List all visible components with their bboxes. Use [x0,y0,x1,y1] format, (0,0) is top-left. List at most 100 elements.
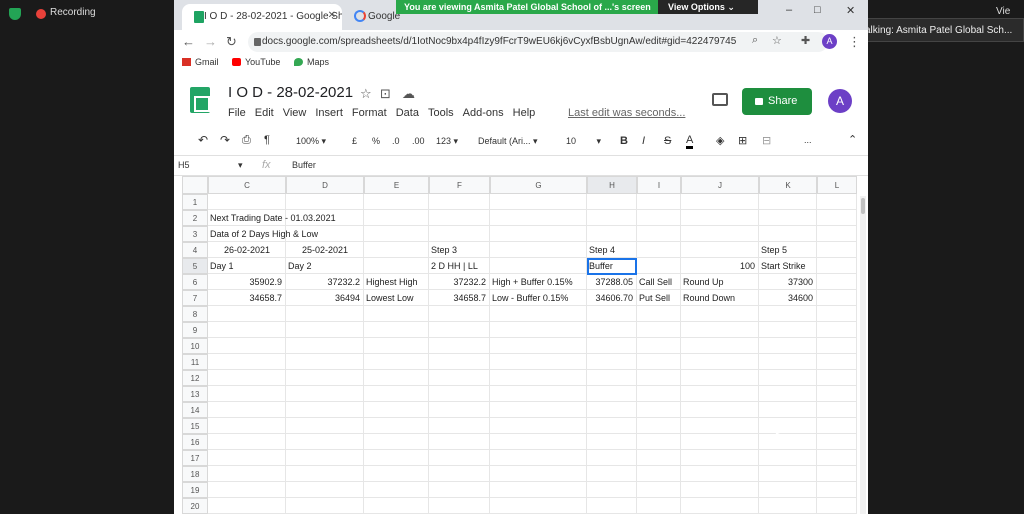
cell-k10[interactable] [759,338,817,354]
increase-decimal-button[interactable]: .00 [412,136,425,146]
row-header-7[interactable]: 7 [182,290,208,306]
cell-f13[interactable] [429,386,490,402]
cell-c13[interactable] [208,386,286,402]
cell-k2[interactable] [759,210,817,226]
cell-h20[interactable] [587,498,637,514]
column-header-i[interactable]: I [637,176,681,194]
bookmark-maps[interactable]: Maps [294,57,329,67]
cell-h13[interactable] [587,386,637,402]
cell-i8[interactable] [637,306,681,322]
cell-k14[interactable] [759,402,817,418]
scrollbar-thumb[interactable] [861,198,865,214]
cell-e9[interactable] [364,322,429,338]
cell-d18[interactable] [286,466,364,482]
cell-i3[interactable] [637,226,681,242]
row-header-19[interactable]: 19 [182,482,208,498]
cell-d14[interactable] [286,402,364,418]
cell-j17[interactable] [681,450,759,466]
cell-j14[interactable] [681,402,759,418]
cell-g17[interactable] [490,450,587,466]
cell-j18[interactable] [681,466,759,482]
column-header-j[interactable]: J [681,176,759,194]
column-header-k[interactable]: K [759,176,817,194]
zoom-select[interactable]: 100% ▾ [296,136,326,147]
paint-format-icon[interactable]: ¶ [264,134,270,146]
menu-file[interactable]: File [228,107,246,119]
cell-f14[interactable] [429,402,490,418]
menu-data[interactable]: Data [396,107,419,119]
row-header-20[interactable]: 20 [182,498,208,514]
share-button[interactable]: Share [742,88,812,115]
cell-c17[interactable] [208,450,286,466]
cell-l4[interactable] [817,242,857,258]
menu-format[interactable]: Format [352,107,387,119]
cell-f3[interactable] [429,226,490,242]
cell-i13[interactable] [637,386,681,402]
cell-j10[interactable] [681,338,759,354]
column-header-e[interactable]: E [364,176,429,194]
cell-i1[interactable] [637,194,681,210]
cell-i20[interactable] [637,498,681,514]
cell-l12[interactable] [817,370,857,386]
cell-j9[interactable] [681,322,759,338]
cell-c19[interactable] [208,482,286,498]
cell-g13[interactable] [490,386,587,402]
cell-k18[interactable] [759,466,817,482]
row-header-8[interactable]: 8 [182,306,208,322]
cell-l20[interactable] [817,498,857,514]
text-color-button[interactable]: A [686,134,694,149]
star-icon[interactable]: ☆ [772,34,782,47]
cell-g19[interactable] [490,482,587,498]
menu-insert[interactable]: Insert [315,107,343,119]
cell-l15[interactable] [817,418,857,434]
cell-e20[interactable] [364,498,429,514]
cell-f18[interactable] [429,466,490,482]
cell-e12[interactable] [364,370,429,386]
cell-d15[interactable] [286,418,364,434]
cell-i16[interactable] [637,434,681,450]
cell-g5[interactable] [490,258,587,274]
cell-j3[interactable] [681,226,759,242]
cell-j2[interactable] [681,210,759,226]
cell-g14[interactable] [490,402,587,418]
cell-l10[interactable] [817,338,857,354]
menu-edit[interactable]: Edit [255,107,274,119]
cell-i5[interactable] [637,258,681,274]
comment-icon[interactable] [712,93,728,106]
cell-e1[interactable] [364,194,429,210]
avatar[interactable]: A [828,89,852,113]
cell-f17[interactable] [429,450,490,466]
cell-i11[interactable] [637,354,681,370]
cell-h9[interactable] [587,322,637,338]
cell-h11[interactable] [587,354,637,370]
cell-g12[interactable] [490,370,587,386]
cell-d12[interactable] [286,370,364,386]
row-header-15[interactable]: 15 [182,418,208,434]
cell-l11[interactable] [817,354,857,370]
cell-g2[interactable] [490,210,587,226]
cell-l7[interactable] [817,290,857,306]
fill-color-icon[interactable]: ◈ [716,134,724,147]
cell-f9[interactable] [429,322,490,338]
row-header-16[interactable]: 16 [182,434,208,450]
cell-k3[interactable] [759,226,817,242]
cell-k15[interactable] [759,418,817,434]
cell-l18[interactable] [817,466,857,482]
cell-e15[interactable] [364,418,429,434]
bold-button[interactable]: B [620,135,628,147]
row-header-5[interactable]: 5 [182,258,208,274]
cell-j20[interactable] [681,498,759,514]
cell-h12[interactable] [587,370,637,386]
cell-f10[interactable] [429,338,490,354]
back-icon[interactable]: ← [182,34,195,49]
cell-k9[interactable] [759,322,817,338]
window-close-icon[interactable]: ✕ [846,4,855,17]
selected-cell-h5[interactable] [587,258,637,275]
cell-f1[interactable] [429,194,490,210]
url-bar[interactable]: docs.google.com/spreadsheets/d/1IotNoc9b… [248,32,828,52]
cell-h10[interactable] [587,338,637,354]
cell-c20[interactable] [208,498,286,514]
row-header-4[interactable]: 4 [182,242,208,258]
cell-e16[interactable] [364,434,429,450]
cell-j11[interactable] [681,354,759,370]
